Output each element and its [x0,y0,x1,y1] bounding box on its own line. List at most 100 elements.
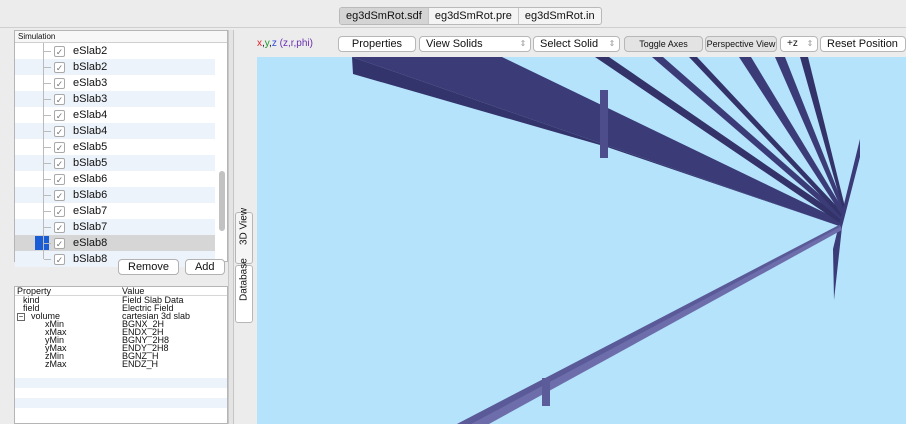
tree-branch [44,51,51,52]
simulation-item-label: eSlab3 [73,77,108,89]
visibility-checkbox[interactable]: ✓ [54,190,65,201]
simulation-item-label: bSlab6 [73,189,108,201]
empty-row [15,388,227,398]
simulation-item-label: bSlab3 [73,93,108,105]
simulation-item-label: bSlab7 [73,221,108,233]
properties-button[interactable]: Properties [338,36,416,52]
visibility-checkbox[interactable]: ✓ [54,254,65,265]
select-solid-label: Select Solid [540,38,599,50]
file-tab-sdf[interactable]: eg3dSmRot.sdf [340,8,429,24]
simulation-item[interactable]: ✓ eSlab7 [15,203,215,219]
simulation-item-label: eSlab7 [73,205,108,217]
simulation-item[interactable]: ✓ eSlab3 [15,75,215,91]
slab-connector [600,90,608,158]
viewer-toolbar: x,y,z (z,r,phi) Properties View Solids ⇕… [254,34,906,54]
coordinate-axes-label: x,y,z [257,38,277,49]
simulation-scrollbar[interactable] [219,171,225,231]
empty-row [15,378,227,388]
top-divider [0,27,906,28]
tab-database-label: Database [238,258,250,301]
chevron-updown-icon: ⇕ [519,39,527,48]
simulation-item-label: bSlab2 [73,61,108,73]
column-value: Value [122,286,145,296]
simulation-item-label: eSlab5 [73,141,108,153]
simulation-item[interactable]: ✓ bSlab7 [15,219,215,235]
tree-branch [44,67,51,68]
simulation-item[interactable]: ✓ bSlab6 [15,187,215,203]
tree-branch [44,259,51,260]
tree-branch [44,211,51,212]
simulation-item[interactable]: ✓ eSlab5 [15,139,215,155]
tree-branch [44,179,51,180]
property-row[interactable]: zMax ENDZ_H [15,359,227,369]
coordinate-cylindrical-label: (z,r,phi) [279,38,313,49]
left-panel: Simulation ✓ eSlab2 ✓ bSlab2 ✓ eSlab3 ✓ bSlab3 ✓… [14,30,228,424]
slab-solid [457,225,840,424]
file-tabs: eg3dSmRot.sdf eg3dSmRot.pre eg3dSmRot.in [339,7,602,25]
simulation-item-label: bSlab8 [73,253,108,265]
tree-branch [44,147,51,148]
simulation-item[interactable]: ✓ bSlab2 [15,59,215,75]
add-button[interactable]: Add [184,259,225,275]
chevron-updown-icon: ⇕ [608,39,616,48]
visibility-checkbox[interactable]: ✓ [54,142,65,153]
chevron-updown-icon: ⇕ [806,39,814,48]
simulation-item[interactable]: ✓ bSlab4 [15,123,215,139]
simulation-item-label: bSlab5 [73,157,108,169]
tab-database[interactable]: Database [235,258,253,323]
simulation-item-label: bSlab4 [73,125,108,137]
tree-branch [44,99,51,100]
visibility-checkbox[interactable]: ✓ [54,78,65,89]
view-solids-dropdown[interactable]: View Solids ⇕ [419,36,531,52]
tree-buttons: Remove Add [118,259,225,275]
app-window: eg3dSmRot.sdf eg3dSmRot.pre eg3dSmRot.in… [0,0,906,424]
remove-button[interactable]: Remove [118,259,179,275]
simulation-item[interactable]: ✓ bSlab5 [15,155,215,171]
view-solids-label: View Solids [426,38,483,50]
visibility-checkbox[interactable]: ✓ [54,110,65,121]
property-table[interactable]: Property Value kind Field Slab Data field E… [14,286,228,424]
visibility-checkbox[interactable]: ✓ [54,158,65,169]
select-solid-dropdown[interactable]: Select Solid ⇕ [533,36,620,52]
tree-branch [44,115,51,116]
visibility-checkbox[interactable]: ✓ [54,222,65,233]
visibility-checkbox[interactable]: ✓ [54,126,65,137]
tree-branch [44,227,51,228]
simulation-item[interactable]: ✓ eSlab8 [15,235,215,251]
3d-viewport[interactable] [257,57,906,424]
file-tab-pre[interactable]: eg3dSmRot.pre [429,8,519,24]
column-property: Property [17,286,52,296]
property-row[interactable]: kind Field Slab Data [15,296,227,305]
tab-3d-view-label: 3D View [238,207,250,245]
visibility-checkbox[interactable]: ✓ [54,174,65,185]
visibility-checkbox[interactable]: ✓ [54,46,65,57]
3d-scene[interactable] [257,57,906,424]
simulation-tree[interactable]: Simulation ✓ eSlab2 ✓ bSlab2 ✓ eSlab3 ✓ bSlab3 ✓… [14,30,228,267]
visibility-checkbox[interactable]: ✓ [54,62,65,73]
perspective-view-button[interactable]: Perspective View [705,36,777,52]
visibility-checkbox[interactable]: ✓ [54,94,65,105]
simulation-item[interactable]: ✓ bSlab3 [15,91,215,107]
simulation-item[interactable]: ✓ eSlab2 [15,43,215,59]
simulation-item[interactable]: ✓ eSlab6 [15,171,215,187]
visibility-checkbox[interactable]: ✓ [54,206,65,217]
tab-3d-view[interactable]: 3D View [235,207,253,264]
reset-position-button[interactable]: Reset Position [820,36,906,52]
tree-branch [44,83,51,84]
tree-branch [44,163,51,164]
axis-direction-dropdown[interactable]: +z ⇕ [780,36,818,52]
coordinate-legend: x,y,z (z,r,phi) [257,38,313,49]
empty-row [15,408,227,418]
simulation-item[interactable]: ✓ eSlab4 [15,107,215,123]
tree-line [43,251,44,259]
simulation-list: ✓ eSlab2 ✓ bSlab2 ✓ eSlab3 ✓ bSlab3 ✓ eSlab4 ✓ bSla… [15,43,215,267]
visibility-checkbox[interactable]: ✓ [54,238,65,249]
toggle-axes-button[interactable]: Toggle Axes [624,36,703,52]
property-table-header: Property Value [15,287,227,296]
file-tab-in[interactable]: eg3dSmRot.in [519,8,601,24]
empty-row [15,368,227,378]
panel-splitter[interactable] [228,30,234,424]
property-key-text: zMax [45,359,67,369]
simulation-item-label: eSlab4 [73,109,108,121]
axis-direction-label: +z [787,38,798,49]
